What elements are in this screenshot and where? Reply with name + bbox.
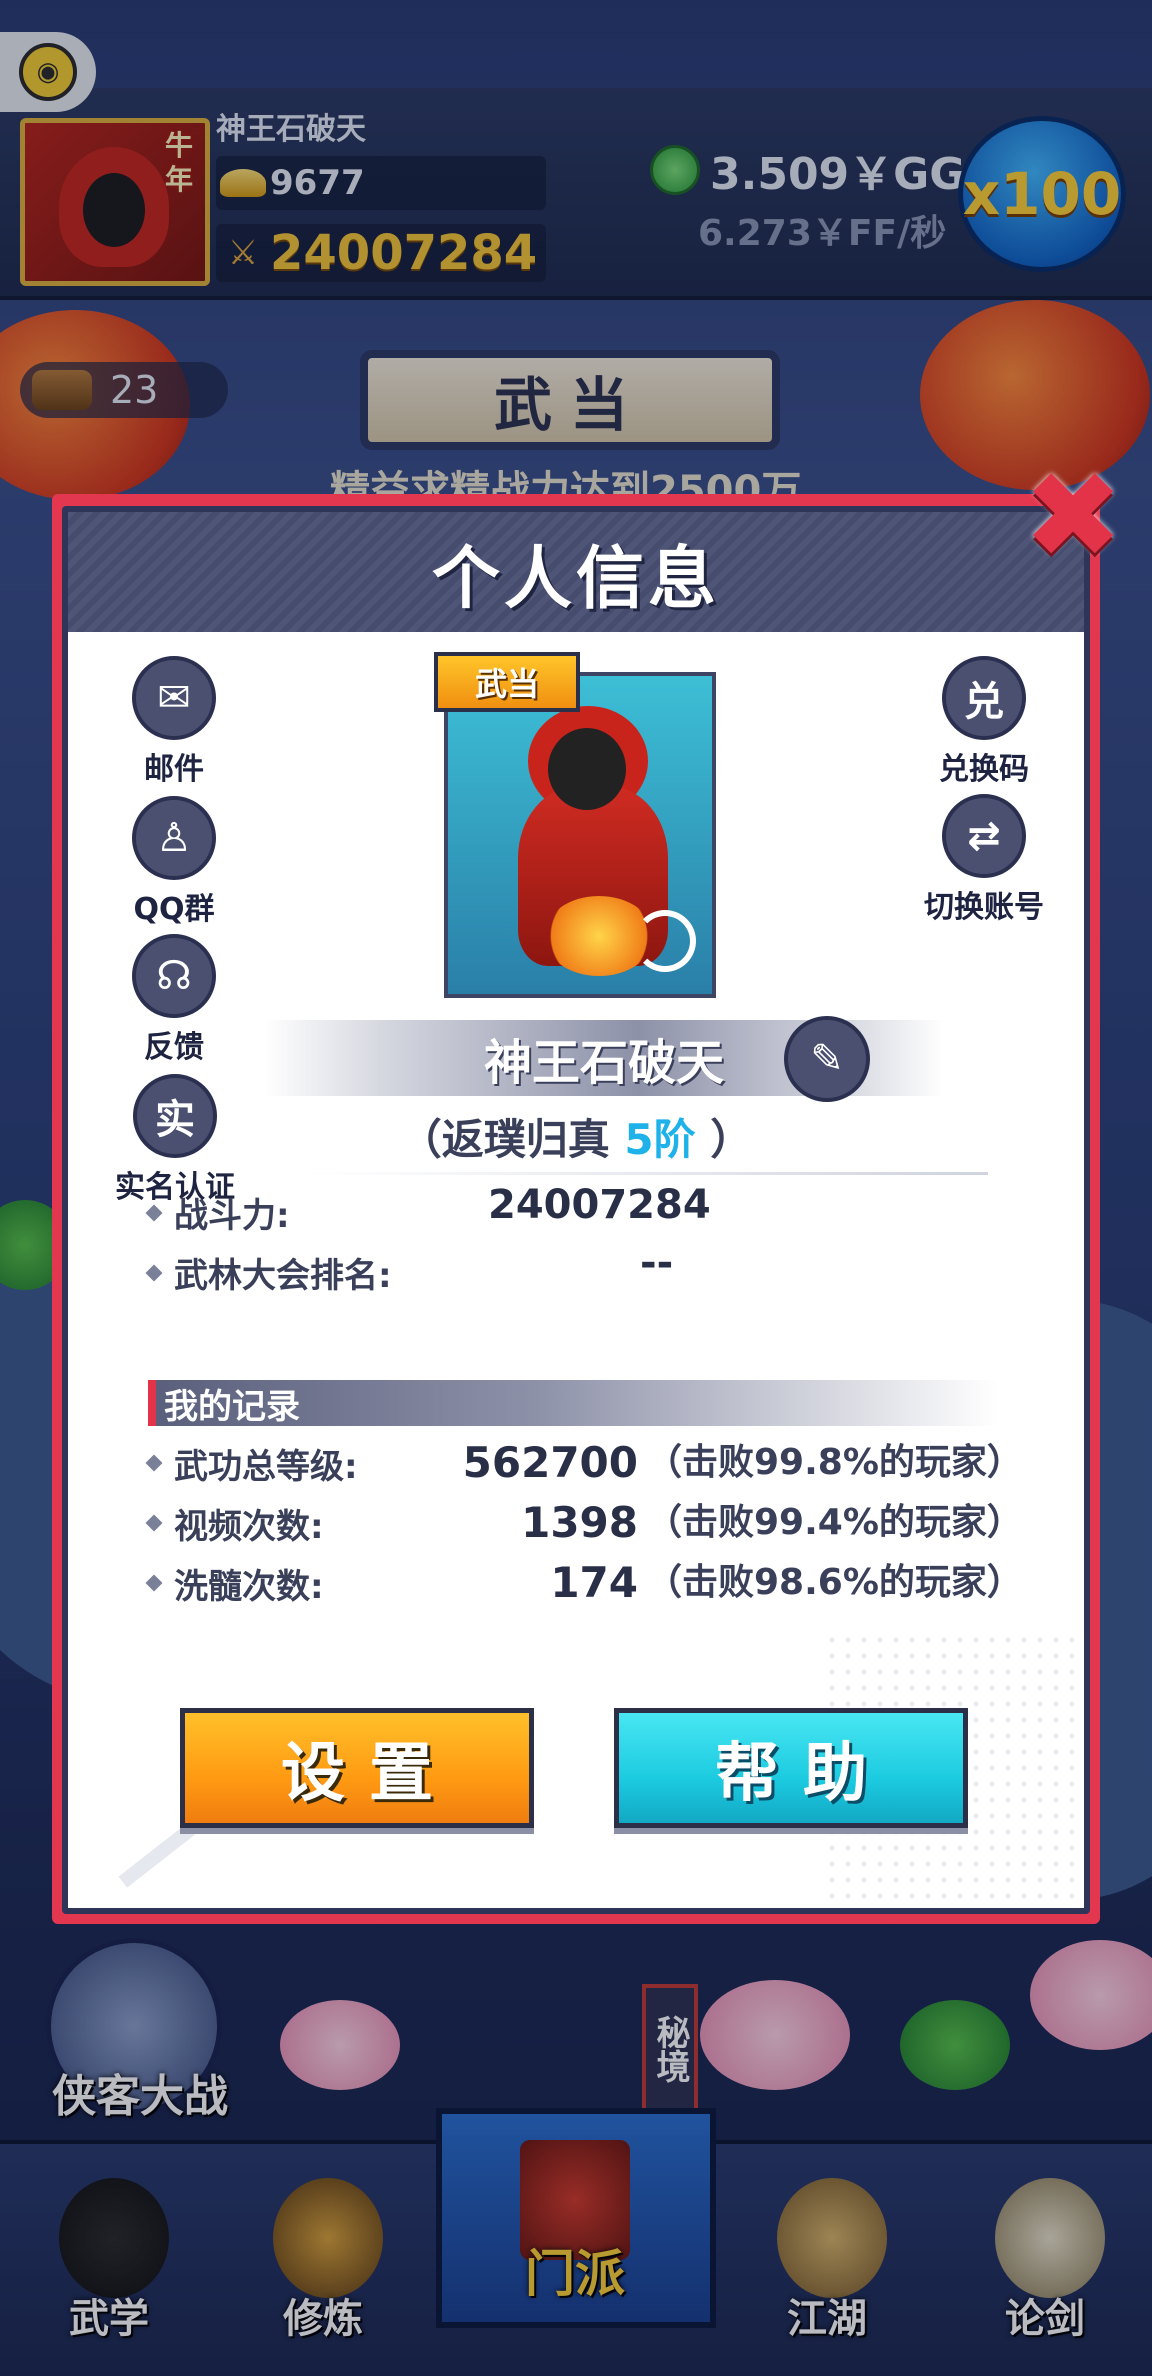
settings-button[interactable]: 设置 bbox=[180, 1708, 534, 1828]
ranking-label: 武林大会排名: bbox=[145, 1248, 392, 1297]
mail-icon: ✉ bbox=[132, 656, 216, 740]
divider bbox=[308, 1172, 988, 1175]
mail-button[interactable]: ✉ 邮件 bbox=[104, 656, 244, 788]
modal-title: 个人信息 bbox=[431, 539, 720, 619]
headset-icon: ☊ bbox=[132, 934, 216, 1018]
swap-character-icon[interactable] bbox=[634, 910, 696, 972]
switch-account-icon: ⇄ bbox=[942, 794, 1026, 878]
rank-prefix: （返璞归真 bbox=[399, 1115, 610, 1164]
edit-name-button[interactable]: ✎ bbox=[784, 1016, 870, 1102]
switch-account-button[interactable]: ⇄ 切换账号 bbox=[904, 794, 1064, 926]
power-stat-value: 24007284 bbox=[488, 1182, 711, 1228]
close-button[interactable]: ✖ bbox=[1018, 457, 1128, 577]
close-icon: ✖ bbox=[1022, 447, 1124, 586]
rank-suffix: ） bbox=[710, 1115, 753, 1164]
sect-tag: 武当 bbox=[434, 652, 580, 712]
profile-modal: 个人信息 ✉ 邮件 ♙ QQ群 ☊ 反馈 实 实名认证 兑 兑换码 ⇄ 切换账号… bbox=[62, 506, 1090, 1914]
record-row: 视频次数: 1398 （击败99.4%的玩家） bbox=[145, 1498, 1023, 1548]
redeem-code-button[interactable]: 兑 兑换码 bbox=[914, 656, 1054, 788]
edit-pencil-icon: ✎ bbox=[810, 1036, 844, 1082]
qq-group-button[interactable]: ♙ QQ群 bbox=[104, 796, 244, 928]
modal-header: 个人信息 bbox=[68, 512, 1084, 632]
ranking-value: -- bbox=[640, 1240, 674, 1286]
rank-line: （返璞归真 5阶 ） bbox=[68, 1106, 1084, 1167]
character-portrait[interactable] bbox=[444, 672, 716, 998]
help-button[interactable]: 帮助 bbox=[614, 1708, 968, 1828]
power-label: 战斗力: bbox=[145, 1188, 290, 1237]
qq-penguin-icon: ♙ bbox=[132, 796, 216, 880]
redeem-icon: 兑 bbox=[942, 656, 1026, 740]
record-row: 武功总等级: 562700 （击败99.8%的玩家） bbox=[145, 1438, 1023, 1488]
character-name: 神王石破天 bbox=[483, 1035, 724, 1091]
record-row: 洗髓次数: 174 （击败98.6%的玩家） bbox=[145, 1558, 1023, 1608]
feedback-button[interactable]: ☊ 反馈 bbox=[104, 934, 244, 1066]
rank-level: 5阶 bbox=[624, 1115, 696, 1164]
records-header: 我的记录 bbox=[148, 1380, 998, 1427]
